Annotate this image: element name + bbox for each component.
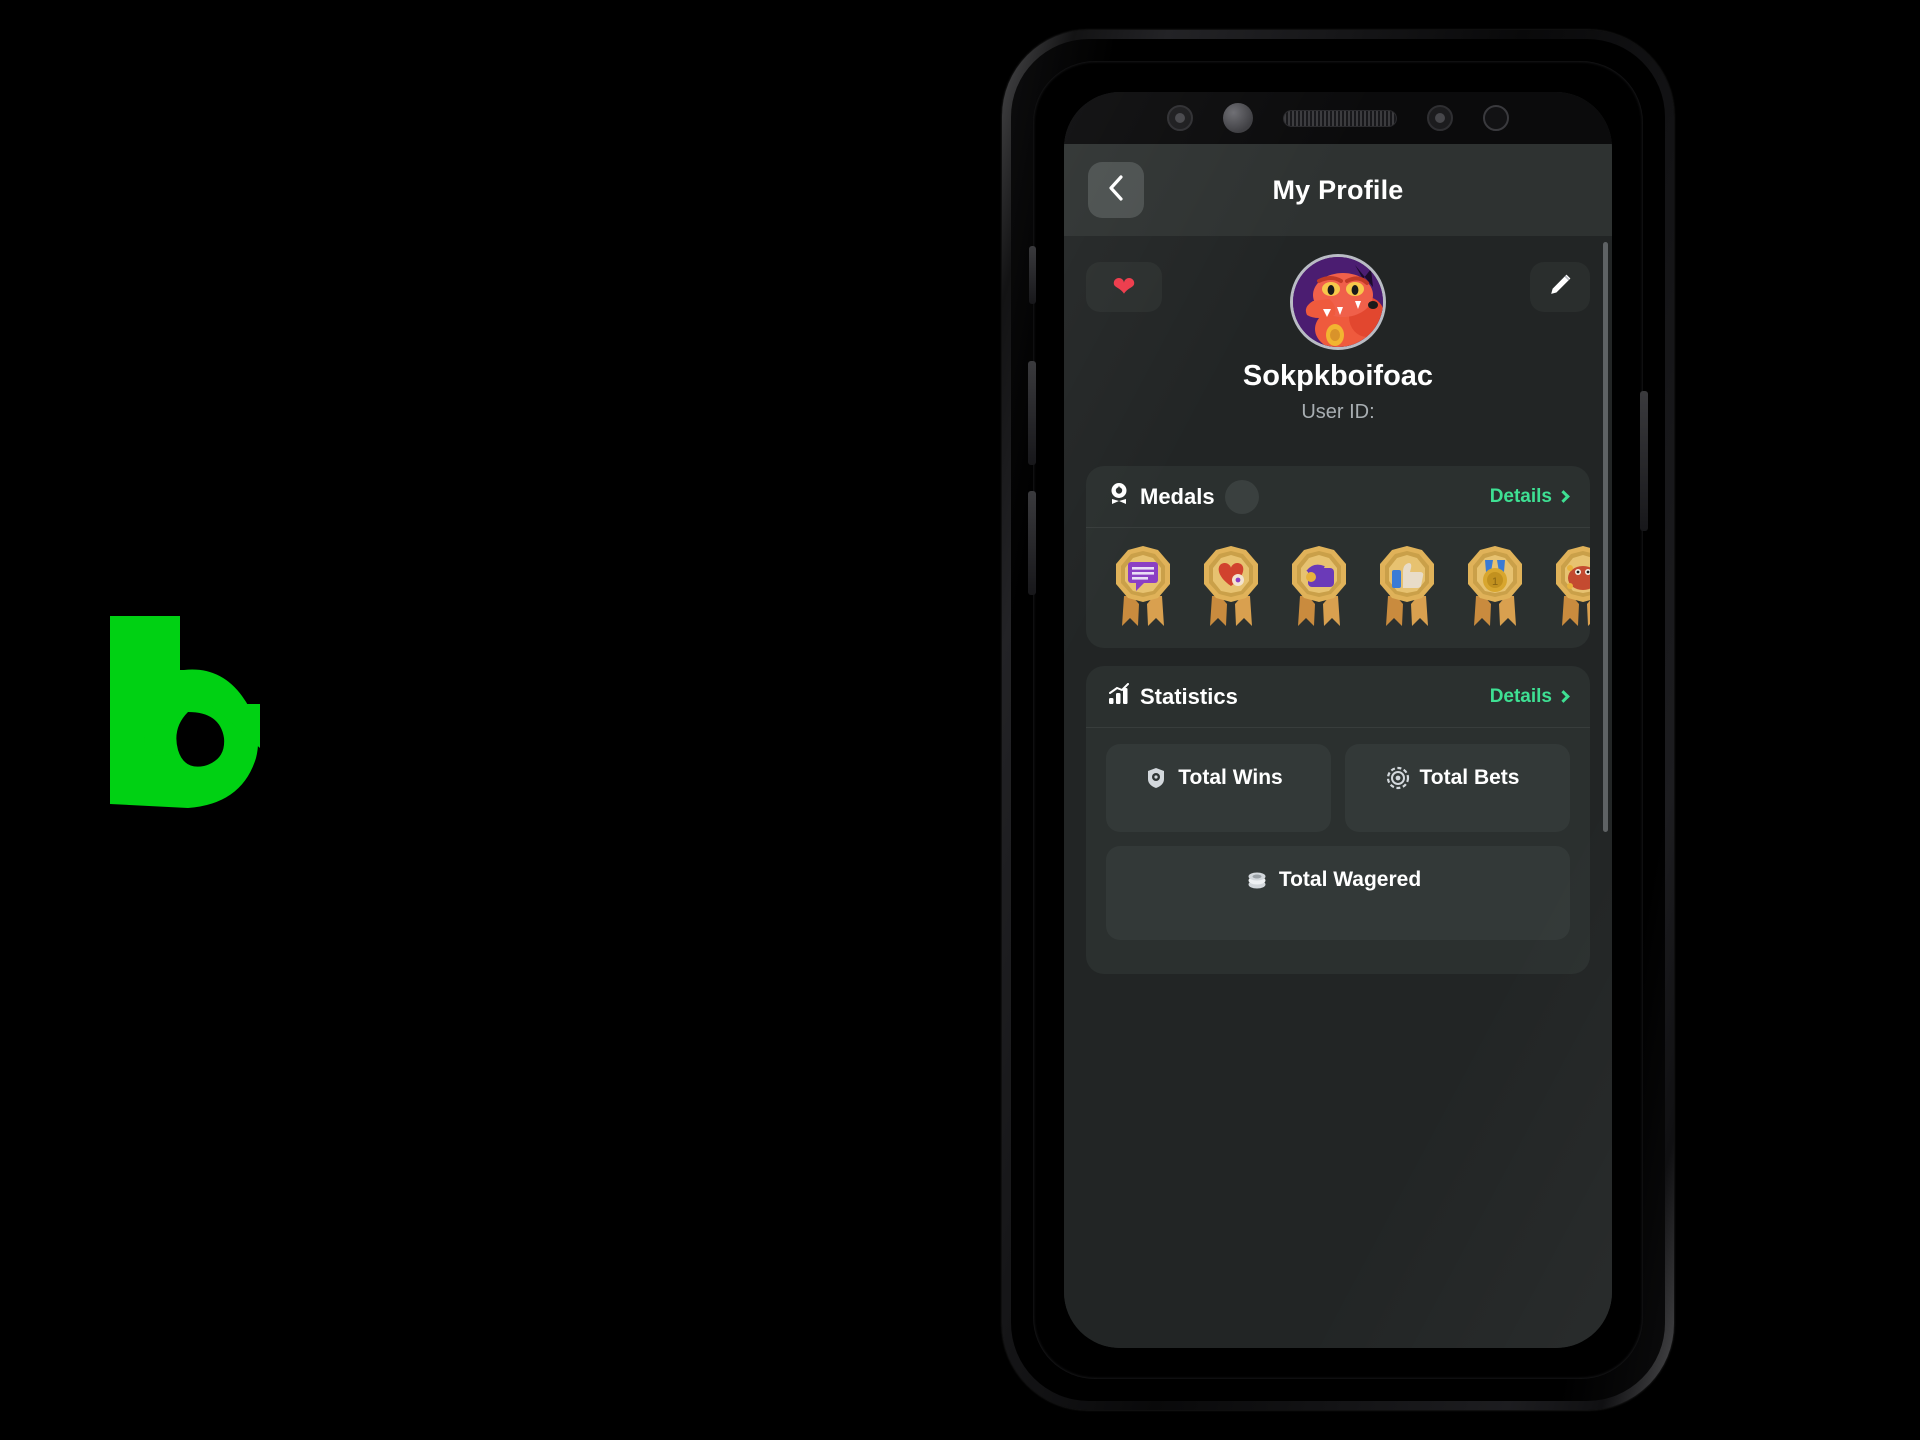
edit-profile-button[interactable]	[1530, 262, 1590, 312]
chevron-left-icon	[1108, 174, 1124, 206]
medals-details-label: Details	[1489, 485, 1552, 507]
user-id: User ID:	[1064, 401, 1612, 424]
power-button[interactable]	[1640, 391, 1648, 531]
stat-label-total-bets: Total Bets	[1419, 766, 1520, 789]
sensor-bar	[1064, 92, 1612, 144]
volume-down-button[interactable]	[1028, 491, 1036, 595]
medals-title: Medals	[1140, 483, 1215, 509]
statistics-details-link[interactable]: Details	[1489, 685, 1570, 708]
stat-card-total-wins[interactable]: Total Wins	[1106, 744, 1331, 832]
win-badge-icon	[1144, 766, 1168, 790]
medals-details-link[interactable]: Details	[1489, 485, 1570, 508]
statistics-row-top: Total Wins Total Bets	[1106, 744, 1570, 832]
bar-chart-icon	[1108, 683, 1130, 710]
statistics-row-bottom: Total Wagered	[1106, 846, 1570, 940]
light-sensor-icon	[1483, 105, 1509, 131]
earpiece-speaker-icon	[1283, 109, 1397, 127]
coin-stack-icon	[1245, 868, 1269, 892]
heart-medal[interactable]	[1196, 542, 1266, 630]
chat-medal[interactable]	[1108, 542, 1178, 630]
username: Sokpkboifoac	[1242, 360, 1434, 392]
favorite-button[interactable]: ❤	[1086, 262, 1162, 312]
proximity-sensor-icon	[1223, 103, 1253, 133]
profile-header-block: ❤ Sokpkboifoac User ID:	[1064, 236, 1612, 466]
medals-card: Medals Details 1	[1086, 466, 1590, 648]
dragon-medal[interactable]	[1548, 542, 1590, 630]
first-place-medal[interactable]: 1	[1460, 542, 1530, 630]
avatar[interactable]	[1290, 254, 1386, 350]
stat-label-total-wagered: Total Wagered	[1278, 868, 1422, 891]
statistics-details-label: Details	[1489, 685, 1552, 707]
medals-strip[interactable]: 1	[1086, 528, 1590, 648]
screenshot-canvas: My Profile ❤ Sokpkboifoac User ID: Medal…	[0, 0, 1920, 1440]
back-button[interactable]	[1088, 162, 1144, 218]
stat-label-total-wins: Total Wins	[1178, 766, 1283, 789]
volume-up-button[interactable]	[1028, 361, 1036, 465]
medals-card-header: Medals Details	[1086, 466, 1590, 528]
chip-icon	[1386, 766, 1410, 790]
statistics-card: Statistics Details Total Wins Total Bets…	[1086, 666, 1590, 974]
profile-scroll-body[interactable]: ❤ Sokpkboifoac User ID: Medals Details 1…	[1064, 236, 1612, 1348]
camera-sensor-icon-2	[1427, 105, 1453, 131]
thumbsup-medal[interactable]	[1372, 542, 1442, 630]
medals-count-placeholder	[1224, 479, 1259, 514]
vertical-scrollbar[interactable]	[1603, 242, 1608, 832]
chevron-right-icon	[1557, 490, 1570, 503]
device-inner-frame: My Profile ❤ Sokpkboifoac User ID: Medal…	[1011, 39, 1665, 1401]
pencil-icon	[1547, 272, 1573, 303]
heart-icon: ❤	[1112, 271, 1136, 302]
mute-switch[interactable]	[1029, 246, 1036, 304]
phone-screen: My Profile ❤ Sokpkboifoac User ID: Medal…	[1064, 92, 1612, 1348]
app-header: My Profile	[1064, 144, 1612, 236]
phone-device: My Profile ❤ Sokpkboifoac User ID: Medal…	[1002, 30, 1674, 1410]
svg-text:1: 1	[1492, 576, 1498, 588]
stat-card-total-wagered[interactable]: Total Wagered	[1106, 846, 1570, 940]
user-id-label: User ID:	[1301, 401, 1375, 423]
page-title: My Profile	[1272, 174, 1404, 205]
statistics-grid: Total Wins Total Bets Total Wagered	[1086, 728, 1590, 974]
device-bezel: My Profile ❤ Sokpkboifoac User ID: Medal…	[1028, 61, 1648, 1379]
medal-icon	[1108, 482, 1130, 511]
statistics-card-header: Statistics Details	[1086, 666, 1590, 728]
wallet-medal[interactable]	[1284, 542, 1354, 630]
b-logo	[92, 608, 262, 808]
stat-card-total-bets[interactable]: Total Bets	[1345, 744, 1570, 832]
chevron-right-icon-2	[1557, 690, 1570, 703]
camera-sensor-icon	[1167, 105, 1193, 131]
statistics-title: Statistics	[1140, 683, 1238, 709]
